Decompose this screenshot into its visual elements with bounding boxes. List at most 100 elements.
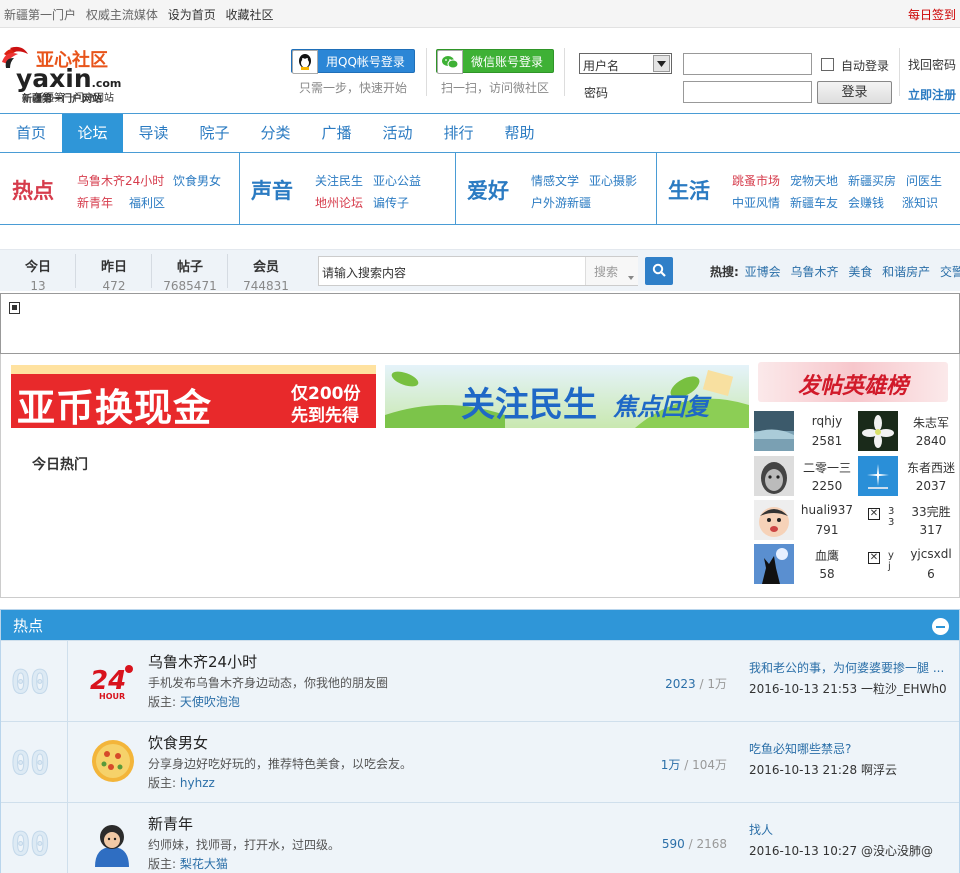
auto-login-checkbox[interactable] [821, 58, 834, 71]
banner-currency-cash[interactable]: 亚币换现金 仅200份 先到先得 [11, 365, 376, 428]
category-link[interactable]: 宠物天地 [790, 172, 838, 189]
register-link[interactable]: 立即注册 [908, 86, 956, 103]
hot-search-term[interactable]: 交警 [940, 265, 960, 279]
category-link[interactable]: 会赚钱 [848, 194, 884, 211]
hero-user[interactable]: 二零一三 2250 [754, 456, 858, 500]
stat-yesterday: 昨日 472 [76, 250, 152, 293]
slogan-1: 新疆第一门户 [4, 8, 77, 22]
category-link[interactable]: 户外游新疆 [531, 194, 591, 211]
hot-search-term[interactable]: 乌鲁木齐 [790, 265, 838, 279]
nav-broadcast[interactable]: 广播 [306, 114, 367, 153]
hot-search-term[interactable]: 和谐房产 [882, 265, 930, 279]
last-post-title[interactable]: 我和老公的事，为何婆婆要掺一腿 ... [749, 659, 954, 676]
wechat-login-label: 微信账号登录 [471, 55, 544, 69]
category-link[interactable]: 关注民生 [315, 172, 363, 189]
qq-login-label: 用QQ帐号登录 [326, 55, 405, 69]
forum-section-header: 热点 [1, 610, 959, 640]
hot-search-term[interactable]: 美食 [848, 265, 872, 279]
category-link[interactable]: 涨知识 [902, 194, 938, 211]
auto-login-label: 自动登录 [841, 59, 890, 73]
site-logo[interactable]: 新疆第一门户网站 亚心社区 yaxin.com 新疆第一门户网站 [0, 44, 140, 105]
user-avatar [858, 456, 898, 496]
forum-row[interactable]: 00 饮食男女 分享身边好吃好玩的，推荐特色美食，以吃会友。 版主: hyhzz… [1, 721, 959, 802]
hero-user[interactable]: rqhjy 2581 [754, 411, 858, 455]
category-link[interactable]: 新疆买房 [848, 172, 896, 189]
category-link[interactable]: 乌鲁木齐24小时 [77, 172, 164, 189]
chevron-down-icon [653, 55, 670, 72]
forgot-password-link[interactable]: 找回密码 [908, 56, 956, 73]
hero-user[interactable]: ✕ 33 33完胜 317 [858, 500, 960, 544]
password-input[interactable] [683, 81, 812, 103]
login-type-select[interactable]: 用户名 [579, 53, 672, 74]
today-hot-title: 今日热门 [32, 457, 88, 473]
category-link[interactable]: 亚心摄影 [589, 172, 637, 189]
nav-yard[interactable]: 院子 [184, 114, 245, 153]
forum-row[interactable]: 00 新青年 约师妹，找师哥，打开水，过四级。 版主: 梨花大猫 590 / 2… [1, 802, 959, 873]
forum-name[interactable]: 新青年 [148, 813, 193, 834]
forum-desc: 约师妹，找师哥，打开水，过四级。 [148, 838, 341, 852]
last-post-title[interactable]: 找人 [749, 821, 954, 838]
last-post-title[interactable]: 吃鱼必知哪些禁忌? [749, 740, 954, 757]
daily-signin-link[interactable]: 每日签到 [908, 6, 956, 23]
forum-name[interactable]: 饮食男女 [148, 732, 208, 753]
divider [899, 48, 900, 96]
stat-today: 今日 13 [0, 250, 76, 293]
hero-user[interactable]: 朱志军 2840 [858, 411, 960, 455]
set-home-link[interactable]: 设为首页 [168, 8, 216, 22]
category-voice: 声音 关注民生 亚心公益 地州论坛 谝传子 [240, 153, 456, 225]
favorite-link[interactable]: 收藏社区 [226, 8, 274, 22]
last-post-meta: 2016-10-13 10:27 @没心没肺@ [749, 844, 933, 858]
category-link[interactable]: 亚心公益 [373, 172, 421, 189]
search-type-select[interactable]: 搜索 [585, 257, 638, 285]
category-link[interactable]: 福利区 [129, 194, 165, 211]
wechat-login-button[interactable]: 微信账号登录 [436, 49, 554, 74]
search-icon [652, 263, 666, 280]
category-link[interactable]: 情感文学 [531, 172, 579, 189]
divider [426, 48, 427, 96]
hero-user[interactable]: 东者西迷 2037 [858, 456, 960, 500]
search-input[interactable]: 请输入搜索内容 [322, 264, 406, 281]
hero-user[interactable]: 血鹰 58 [754, 544, 858, 588]
student-avatar-icon [87, 817, 137, 867]
password-label: 密码 [584, 86, 609, 100]
category-link[interactable]: 饮食男女 [173, 172, 221, 189]
category-hot: 热点 乌鲁木齐24小时 饮食男女 新青年 福利区 [0, 153, 240, 225]
login-button[interactable]: 登录 [817, 81, 892, 104]
collapse-icon[interactable] [932, 618, 949, 635]
username-input[interactable] [683, 53, 812, 75]
user-avatar [858, 411, 898, 451]
search-button[interactable] [645, 257, 673, 285]
qq-login-button[interactable]: 用QQ帐号登录 [291, 49, 415, 74]
forum-moderator: 版主: 梨花大猫 [148, 857, 228, 871]
forum-row[interactable]: 00 24 HOUR 乌鲁木齐24小时 手机发布乌鲁木齐身边动态，你我他的朋友圈 … [1, 640, 959, 721]
category-link[interactable]: 中亚风情 [732, 194, 780, 211]
forum-counts: 2023 / 1万 [665, 677, 727, 691]
category-link[interactable]: 问医生 [906, 172, 942, 189]
hot-search-term[interactable]: 亚博会 [745, 265, 781, 279]
broken-image-icon [9, 302, 20, 314]
nav-home[interactable]: 首页 [0, 114, 62, 153]
nav-forum[interactable]: 论坛 [62, 114, 123, 153]
forum-moderator: 版主: 天使吹泡泡 [148, 695, 240, 709]
hot-search: 热搜: 亚博会 乌鲁木齐 美食 和谐房产 交警 [710, 263, 960, 280]
nav-events[interactable]: 活动 [367, 114, 428, 153]
nav-category[interactable]: 分类 [245, 114, 306, 153]
category-link[interactable]: 地州论坛 [315, 194, 363, 211]
category-link[interactable]: 谝传子 [373, 194, 409, 211]
banner-livelihood[interactable]: 关注民生 焦点回复 [385, 365, 749, 428]
category-link[interactable]: 新青年 [77, 194, 113, 211]
nav-help[interactable]: 帮助 [489, 114, 550, 153]
user-avatar [754, 544, 794, 584]
hero-user[interactable]: ✕ yj yjcsxdl 6 [858, 544, 960, 588]
nav-guide[interactable]: 导读 [123, 114, 184, 153]
hero-user[interactable]: huali937 791 [754, 500, 858, 544]
nav-ranking[interactable]: 排行 [428, 114, 489, 153]
category-row: 热点 乌鲁木齐24小时 饮食男女 新青年 福利区 声音 关注民生 亚心公益 地州… [0, 153, 960, 225]
stat-members: 会员 744831 [243, 260, 289, 293]
svg-text:HOUR: HOUR [99, 692, 125, 701]
forum-name[interactable]: 乌鲁木齐24小时 [148, 651, 257, 672]
category-link[interactable]: 跳蚤市场 [732, 172, 780, 189]
search-box: 请输入搜索内容 搜索 [318, 256, 638, 286]
category-link[interactable]: 新疆车友 [790, 194, 838, 211]
stat-posts: 帖子 7685471 [152, 250, 228, 293]
